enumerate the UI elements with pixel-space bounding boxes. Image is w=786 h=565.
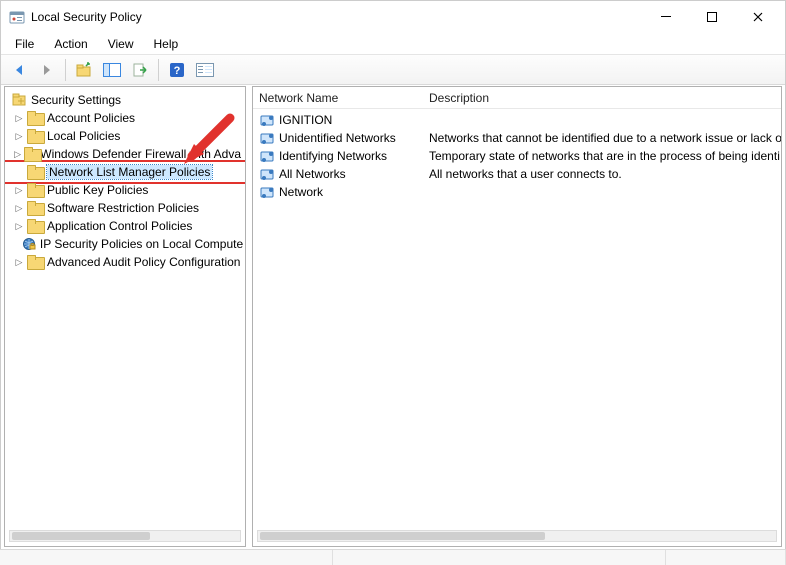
export-list-button[interactable] (128, 58, 152, 82)
tree-item-label: IP Security Policies on Local Compute (40, 237, 243, 251)
tree-item-label: Application Control Policies (47, 219, 192, 233)
column-description[interactable]: Description (429, 91, 781, 105)
tree-item-account-policies[interactable]: ▷ Account Policies (5, 109, 245, 127)
menu-view[interactable]: View (100, 35, 142, 53)
folder-icon (27, 255, 43, 269)
cell-name: All Networks (279, 167, 346, 181)
tree-item-label: Windows Defender Firewall with Adva (40, 147, 241, 161)
window-controls (643, 1, 781, 33)
expand-icon[interactable]: ▷ (13, 202, 25, 214)
list-item-all-networks[interactable]: All Networks All networks that a user co… (253, 165, 781, 183)
tree-root[interactable]: Security Settings (5, 91, 245, 109)
horizontal-scrollbar[interactable] (257, 530, 777, 542)
menubar: File Action View Help (1, 33, 785, 55)
column-network-name[interactable]: Network Name (259, 91, 429, 105)
expand-icon[interactable]: ▷ (13, 256, 25, 268)
menu-action[interactable]: Action (46, 35, 95, 53)
cell-name: IGNITION (279, 113, 332, 127)
tree-item-label: Software Restriction Policies (47, 201, 199, 215)
tree-item-label: Account Policies (47, 111, 135, 125)
toolbar-separator (158, 59, 159, 81)
folder-icon (27, 201, 43, 215)
help-button[interactable]: ? (165, 58, 189, 82)
folder-icon (27, 165, 43, 179)
network-icon (259, 166, 275, 182)
toolbar: ? (1, 55, 785, 85)
list-pane[interactable]: Network Name Description IGNITION Uni (252, 86, 782, 547)
panes-icon (103, 63, 121, 77)
list-header[interactable]: Network Name Description (253, 87, 781, 109)
tree-item-software-restriction-policies[interactable]: ▷ Software Restriction Policies (5, 199, 245, 217)
folder-up-icon (76, 62, 92, 78)
toolbar-separator (65, 59, 66, 81)
tree-item-windows-defender-firewall[interactable]: ▷ Windows Defender Firewall with Adva (5, 145, 245, 163)
folder-icon (24, 147, 36, 161)
network-icon (259, 130, 275, 146)
tree-item-advanced-audit-policy[interactable]: ▷ Advanced Audit Policy Configuration (5, 253, 245, 271)
forward-button[interactable] (35, 58, 59, 82)
tree-item-application-control-policies[interactable]: ▷ Application Control Policies (5, 217, 245, 235)
folder-icon (27, 129, 43, 143)
help-icon: ? (169, 62, 185, 78)
tree-item-local-policies[interactable]: ▷ Local Policies (5, 127, 245, 145)
cell-description: All networks that a user connects to. (429, 167, 781, 181)
tree-root-label: Security Settings (31, 93, 121, 107)
folder-icon (27, 183, 43, 197)
list-item-identifying-networks[interactable]: Identifying Networks Temporary state of … (253, 147, 781, 165)
tree-item-label: Advanced Audit Policy Configuration (47, 255, 240, 269)
horizontal-scrollbar[interactable] (9, 530, 241, 542)
network-icon (259, 184, 275, 200)
tree-item-label: Network List Manager Policies (47, 165, 212, 179)
tree-item-network-list-manager-policies[interactable]: ▷ Network List Manager Policies (5, 163, 245, 181)
minimize-button[interactable] (643, 1, 689, 33)
folder-icon (27, 219, 43, 233)
back-icon (11, 62, 27, 78)
cell-description: Networks that cannot be identified due t… (429, 131, 781, 145)
properties-icon (196, 63, 214, 77)
back-button[interactable] (7, 58, 31, 82)
cell-name: Network (279, 185, 323, 199)
up-one-level-button[interactable] (72, 58, 96, 82)
cell-name: Unidentified Networks (279, 131, 396, 145)
network-icon (259, 148, 275, 164)
ipsec-icon (22, 236, 36, 252)
list-item-ignition[interactable]: IGNITION (253, 111, 781, 129)
export-icon (132, 62, 148, 78)
expand-icon[interactable]: ▷ (13, 148, 22, 160)
titlebar: Local Security Policy (1, 1, 785, 33)
forward-icon (39, 62, 55, 78)
window-title: Local Security Policy (31, 10, 142, 24)
tree-item-ip-security-policies[interactable]: ▷ IP Security Policies on Local Compute (5, 235, 245, 253)
cell-name: Identifying Networks (279, 149, 387, 163)
network-icon (259, 112, 275, 128)
tree-pane[interactable]: Security Settings ▷ Account Policies ▷ L… (4, 86, 246, 547)
menu-help[interactable]: Help (146, 35, 187, 53)
folder-icon (27, 111, 43, 125)
security-settings-icon (11, 92, 27, 108)
show-hide-tree-button[interactable] (100, 58, 124, 82)
expand-icon[interactable]: ▷ (13, 130, 25, 142)
svg-text:?: ? (174, 65, 181, 77)
maximize-button[interactable] (689, 1, 735, 33)
properties-button[interactable] (193, 58, 217, 82)
expand-icon[interactable]: ▷ (13, 220, 25, 232)
menu-file[interactable]: File (7, 35, 42, 53)
list-item-unidentified-networks[interactable]: Unidentified Networks Networks that cann… (253, 129, 781, 147)
list-item-network[interactable]: Network (253, 183, 781, 201)
workarea: Security Settings ▷ Account Policies ▷ L… (4, 86, 782, 547)
statusbar (0, 549, 786, 565)
cell-description: Temporary state of networks that are in … (429, 149, 781, 163)
expand-icon[interactable]: ▷ (13, 112, 25, 124)
expand-icon[interactable]: ▷ (13, 184, 25, 196)
tree-item-label: Local Policies (47, 129, 120, 143)
close-button[interactable] (735, 1, 781, 33)
tree-item-label: Public Key Policies (47, 183, 148, 197)
app-icon (9, 9, 25, 25)
tree-item-public-key-policies[interactable]: ▷ Public Key Policies (5, 181, 245, 199)
